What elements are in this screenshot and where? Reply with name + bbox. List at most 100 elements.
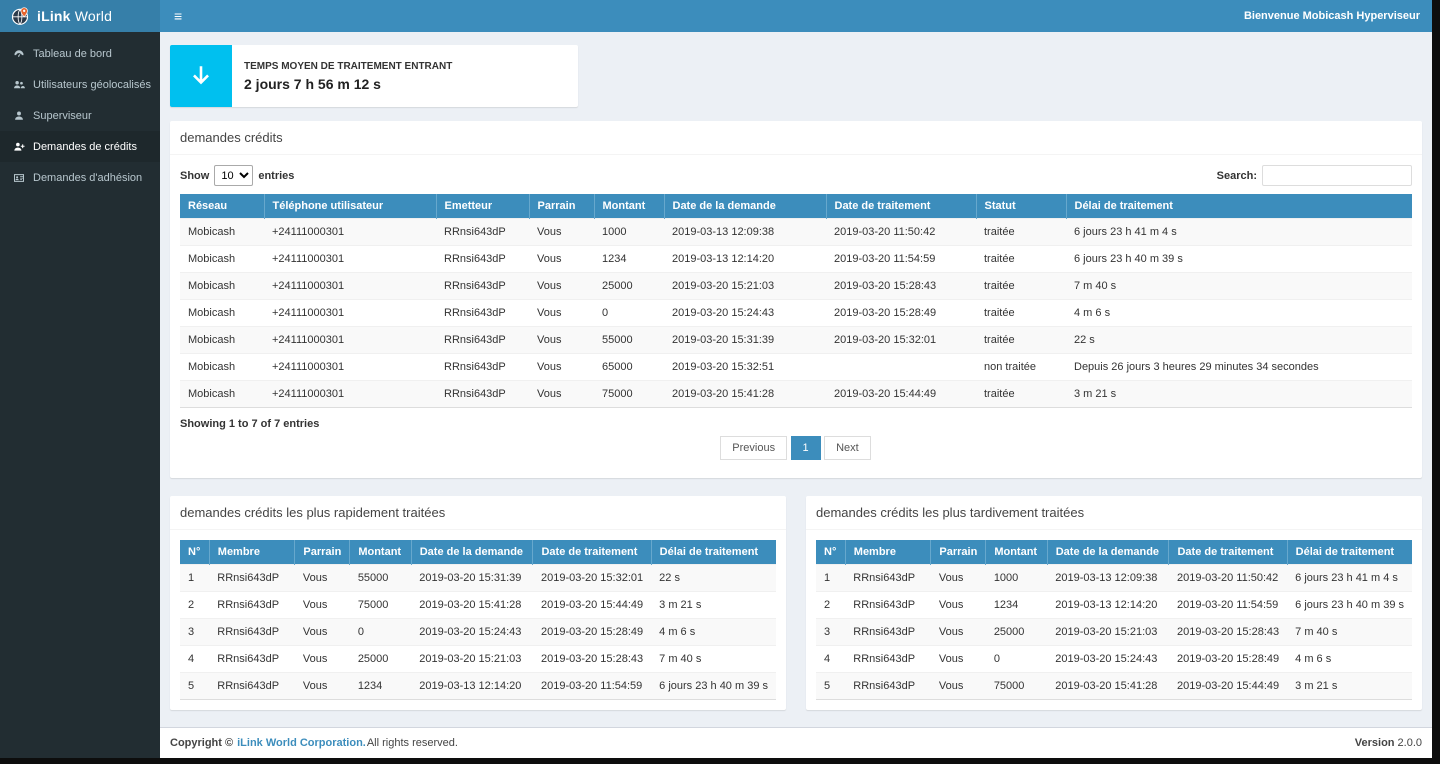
table-cell: RRnsi643dP <box>209 565 295 592</box>
table-cell: RRnsi643dP <box>436 273 529 300</box>
table-cell: RRnsi643dP <box>436 246 529 273</box>
navbar: ≡ Bienvenue Mobicash Hyperviseur <box>160 0 1432 32</box>
table-cell: Vous <box>529 219 594 246</box>
vertical-scrollbar[interactable] <box>1432 0 1440 764</box>
table-cell: Vous <box>529 327 594 354</box>
column-header[interactable]: Date de traitement <box>1169 540 1287 565</box>
app-logo[interactable]: iLink World <box>0 0 160 32</box>
table-cell: 2019-03-20 11:50:42 <box>826 219 976 246</box>
table-cell: 2019-03-13 12:14:20 <box>664 246 826 273</box>
sidebar-item-utilisateurs-geolocalises[interactable]: Utilisateurs géolocalisés <box>0 69 160 100</box>
column-header[interactable]: Date de la demande <box>411 540 533 565</box>
table-cell: Vous <box>295 673 350 700</box>
table-cell: 3 m 21 s <box>1287 673 1412 700</box>
page-size-select[interactable]: 10 <box>214 165 253 186</box>
brand-world: World <box>71 8 112 24</box>
column-header[interactable]: Membre <box>845 540 931 565</box>
table-row: 5RRnsi643dPVous750002019-03-20 15:41:282… <box>816 673 1412 700</box>
table-row: Mobicash+24111000301RRnsi643dPVous650002… <box>180 354 1412 381</box>
table-cell: Mobicash <box>180 246 264 273</box>
column-header[interactable]: Montant <box>986 540 1047 565</box>
column-header[interactable]: Montant <box>350 540 411 565</box>
table-cell: RRnsi643dP <box>845 619 931 646</box>
table-cell: 1 <box>180 565 209 592</box>
search-input[interactable] <box>1262 165 1412 186</box>
table-cell: 2 <box>180 592 209 619</box>
table-row: 5RRnsi643dPVous12342019-03-13 12:14:2020… <box>180 673 776 700</box>
table-cell: 75000 <box>986 673 1047 700</box>
table-info: Showing 1 to 7 of 7 entries <box>180 418 1412 430</box>
column-header[interactable]: Date de la demande <box>1047 540 1169 565</box>
sidebar-item-superviseur[interactable]: Superviseur <box>0 100 160 131</box>
table-cell: 65000 <box>594 354 664 381</box>
table-cell: +24111000301 <box>264 300 436 327</box>
table-cell: 2019-03-20 15:21:03 <box>1047 619 1169 646</box>
column-header[interactable]: Délai de traitement <box>1066 194 1412 219</box>
supervisor-icon <box>12 109 25 122</box>
column-header[interactable]: Date de traitement <box>533 540 651 565</box>
horizontal-scrollbar[interactable] <box>0 758 1440 764</box>
table-cell: 6 jours 23 h 41 m 4 s <box>1066 219 1412 246</box>
sidebar-toggle-button[interactable]: ≡ <box>160 0 196 32</box>
table-cell <box>826 354 976 381</box>
table-cell: 6 jours 23 h 40 m 39 s <box>1287 592 1412 619</box>
table-cell: RRnsi643dP <box>209 646 295 673</box>
table-cell: Mobicash <box>180 300 264 327</box>
table-cell: 2019-03-20 15:28:49 <box>533 619 651 646</box>
table-cell: RRnsi643dP <box>845 646 931 673</box>
column-header[interactable]: Date de la demande <box>664 194 826 219</box>
table-cell: 2019-03-20 15:44:49 <box>533 592 651 619</box>
table-cell: 2019-03-20 15:44:49 <box>1169 673 1287 700</box>
page-1-button[interactable]: 1 <box>791 436 821 460</box>
arrow-down-icon <box>170 45 232 107</box>
column-header[interactable]: Réseau <box>180 194 264 219</box>
table-cell: Vous <box>295 565 350 592</box>
fastest-table: N°MembreParrainMontantDate de la demande… <box>180 540 776 700</box>
table-row: 2RRnsi643dPVous12342019-03-13 12:14:2020… <box>816 592 1412 619</box>
panel-body: N°MembreParrainMontantDate de la demande… <box>170 530 786 710</box>
column-header[interactable]: Téléphone utilisateur <box>264 194 436 219</box>
table-row: 4RRnsi643dPVous02019-03-20 15:24:432019-… <box>816 646 1412 673</box>
table-header-row: N°MembreParrainMontantDate de la demande… <box>180 540 776 565</box>
table-cell: 3 m 21 s <box>651 592 776 619</box>
table-cell: RRnsi643dP <box>209 673 295 700</box>
info-title: TEMPS MOYEN DE TRAITEMENT ENTRANT <box>244 61 452 72</box>
previous-page-button[interactable]: Previous <box>720 436 787 460</box>
version-number: 2.0.0 <box>1398 737 1422 749</box>
version: Version2.0.0 <box>1355 737 1422 749</box>
panel-title: demandes crédits les plus rapidement tra… <box>170 496 786 530</box>
column-header[interactable]: Statut <box>976 194 1066 219</box>
column-header[interactable]: Montant <box>594 194 664 219</box>
column-header[interactable]: N° <box>180 540 209 565</box>
column-header[interactable]: Parrain <box>529 194 594 219</box>
pagination: Previous 1 Next <box>180 436 1412 460</box>
sidebar-item-demandes-d-adhesion[interactable]: Demandes d'adhésion <box>0 162 160 193</box>
table-cell: +24111000301 <box>264 246 436 273</box>
table-cell: 4 <box>180 646 209 673</box>
table-cell: 4 m 6 s <box>1287 646 1412 673</box>
column-header[interactable]: Parrain <box>931 540 986 565</box>
user-menu[interactable]: Bienvenue Mobicash Hyperviseur <box>1244 10 1432 22</box>
table-cell: Vous <box>931 673 986 700</box>
table-row: Mobicash+24111000301RRnsi643dPVous250002… <box>180 273 1412 300</box>
copyright: Copyright ©iLink World Corporation.All r… <box>170 737 458 749</box>
column-header[interactable]: Membre <box>209 540 295 565</box>
column-header[interactable]: Date de traitement <box>826 194 976 219</box>
column-header[interactable]: Parrain <box>295 540 350 565</box>
column-header[interactable]: Emetteur <box>436 194 529 219</box>
column-header[interactable]: Délai de traitement <box>651 540 776 565</box>
table-cell: RRnsi643dP <box>436 219 529 246</box>
column-header[interactable]: Délai de traitement <box>1287 540 1412 565</box>
top-bar: iLink World ≡ Bienvenue Mobicash Hypervi… <box>0 0 1432 32</box>
column-header[interactable]: N° <box>816 540 845 565</box>
table-cell: RRnsi643dP <box>209 619 295 646</box>
sidebar-item-tableau-de-bord[interactable]: Tableau de bord <box>0 38 160 69</box>
table-cell: traitée <box>976 273 1066 300</box>
sidebar-item-demandes-de-credits[interactable]: Demandes de crédits <box>0 131 160 162</box>
table-cell: +24111000301 <box>264 327 436 354</box>
company-link[interactable]: iLink World Corporation. <box>237 737 366 749</box>
next-page-button[interactable]: Next <box>824 436 871 460</box>
table-cell: 6 jours 23 h 41 m 4 s <box>1287 565 1412 592</box>
table-cell: 25000 <box>986 619 1047 646</box>
table-cell: 2019-03-20 15:31:39 <box>411 565 533 592</box>
